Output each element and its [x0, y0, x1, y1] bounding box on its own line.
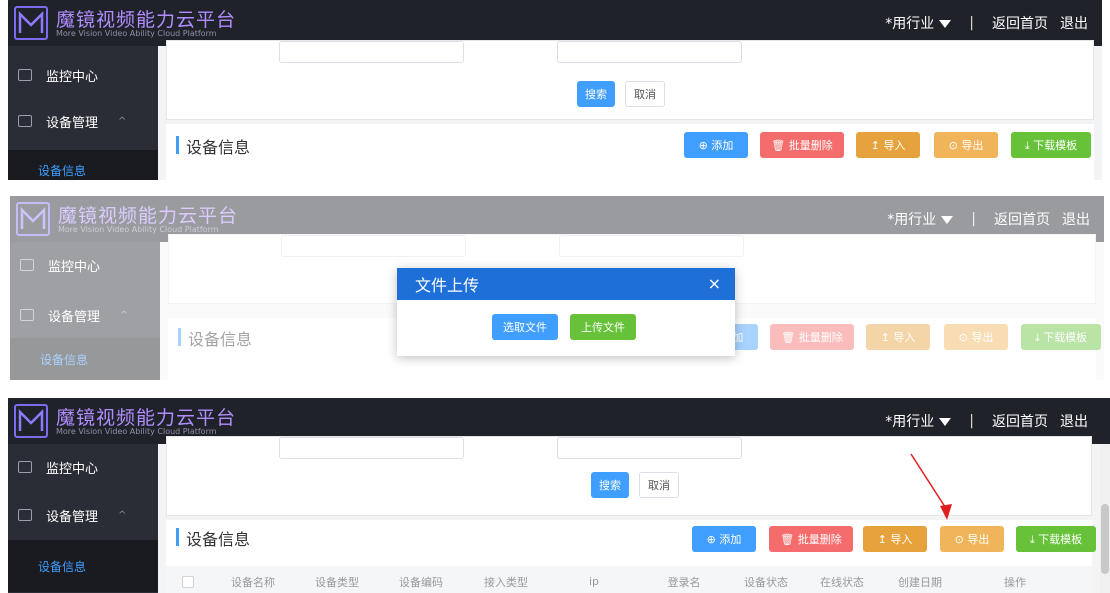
screenshot-panel-2: 魔镜视频能力云平台 More Vision Video Ability Clou… [10, 196, 1104, 380]
choose-file-button[interactable]: 选取文件 [492, 314, 558, 340]
dialog-header: 文件上传 × [397, 268, 735, 300]
screenshot-panel-3: 魔镜视频能力云平台 More Vision Video Ability Clou… [8, 398, 1110, 593]
sidebar-item-monitor[interactable]: 监控中心 [8, 52, 158, 98]
dialog-title: 文件上传 [415, 276, 480, 295]
filter-card: 搜索 取消 [166, 40, 1094, 120]
industry-select[interactable]: *用行业 [885, 13, 952, 33]
logo-m-icon [14, 6, 48, 40]
arrow-head [940, 504, 952, 520]
logout-link[interactable]: 退出 [1060, 13, 1088, 33]
red-arrow-annotation [910, 453, 952, 520]
device-icon [18, 115, 32, 127]
mac-input[interactable] [557, 41, 742, 63]
cancel-button[interactable]: 取消 [625, 81, 665, 107]
upload-file-button[interactable]: 上传文件 [570, 314, 636, 340]
top-right-menu: *用行业 | 返回首页 退出 [885, 13, 1088, 33]
sidebar: 监控中心 设备管理 ^ 设备信息 [8, 46, 158, 180]
export-button[interactable]: ⊙ 导出 [934, 132, 998, 158]
sidebar-item-label: 设备管理 [46, 115, 99, 131]
search-button[interactable]: 搜索 [577, 81, 615, 107]
brand-title: 魔镜视频能力云平台 [56, 9, 237, 31]
device-type-select[interactable] [279, 41, 464, 63]
arrow-line [910, 453, 948, 511]
industry-select-label: *用行业 [885, 16, 935, 32]
add-button[interactable]: ⊕ 添加 [684, 132, 748, 158]
dropdown-triangle-icon [939, 20, 952, 28]
file-upload-dialog: 文件上传 × 选取文件 上传文件 [397, 268, 735, 356]
download-template-button[interactable]: ⤓ 下载模板 [1011, 132, 1091, 158]
home-link[interactable]: 返回首页 [992, 13, 1048, 33]
section-title: 设备信息 [176, 134, 250, 158]
main-content: 搜索 取消 设备信息 ⊕ 添加 🗑 批量删除 ↥ 导入 ⊙ 导出 ⤓ 下载模板 [158, 40, 1102, 180]
sidebar-item-label: 监控中心 [46, 69, 99, 85]
sidebar-item-device-mgmt[interactable]: 设备管理 ^ [8, 98, 158, 144]
import-button[interactable]: ↥ 导入 [856, 132, 920, 158]
device-info-card: 设备信息 ⊕ 添加 🗑 批量删除 ↥ 导入 ⊙ 导出 ⤓ 下载模板 [166, 124, 1094, 180]
screenshot-panel-1: 魔镜视频能力云平台 More Vision Video Ability Clou… [8, 0, 1102, 180]
monitor-icon [18, 69, 32, 81]
close-icon[interactable]: × [708, 274, 721, 293]
separator: | [969, 15, 974, 31]
sidebar-item-device-info[interactable]: 设备信息 [8, 150, 158, 180]
chevron-up-icon: ^ [118, 115, 127, 127]
brand-subtitle: More Vision Video Ability Cloud Platform [56, 29, 217, 38]
batch-delete-button[interactable]: 🗑 批量删除 [760, 132, 844, 158]
